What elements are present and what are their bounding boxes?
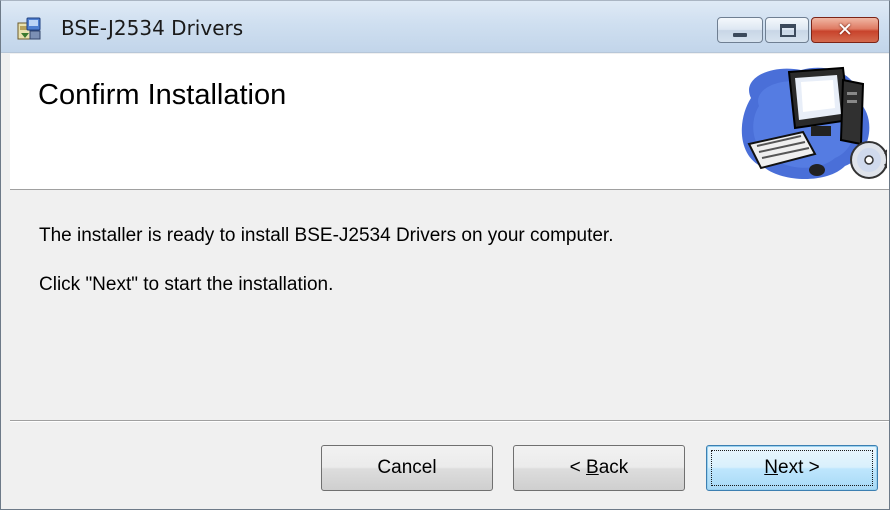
ready-message: The installer is ready to install BSE-J2… [39, 225, 614, 246]
back-label-prefix: < [569, 457, 587, 478]
computer-with-cd-icon [741, 66, 887, 179]
next-button[interactable]: Next > [706, 445, 878, 491]
back-label-accelerator: B [586, 457, 599, 478]
cancel-label: Cancel [377, 457, 437, 478]
maximize-button[interactable] [765, 17, 809, 43]
installer-package-icon [17, 17, 41, 40]
close-icon: ✕ [837, 19, 853, 41]
next-label-rest: ext > [778, 457, 820, 478]
footer-divider [10, 420, 889, 422]
minimize-icon [733, 33, 747, 37]
page-title: Confirm Installation [38, 79, 287, 111]
maximize-icon [780, 24, 796, 37]
cancel-button[interactable]: Cancel [321, 445, 493, 491]
header-banner: Confirm Installation [10, 54, 889, 190]
next-label-accelerator: N [764, 457, 778, 478]
installer-window: BSE-J2534 Drivers ✕ Confirm Installation [0, 0, 890, 510]
instruction-message: Click "Next" to start the installation. [39, 274, 334, 295]
minimize-button[interactable] [717, 17, 763, 43]
window-title: BSE-J2534 Drivers [61, 16, 244, 40]
back-button[interactable]: < Back [513, 445, 685, 491]
close-button[interactable]: ✕ [811, 17, 879, 43]
back-label-rest: ack [598, 457, 629, 478]
title-bar[interactable]: BSE-J2534 Drivers ✕ [1, 1, 889, 53]
